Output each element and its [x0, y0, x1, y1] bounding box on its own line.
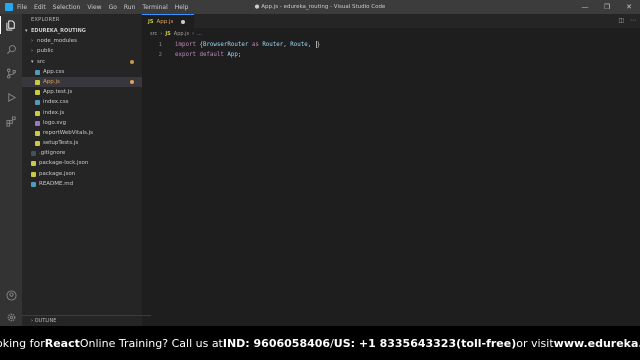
line-number-gutter: 1 2 — [142, 40, 164, 60]
breadcrumb-folder[interactable]: src — [150, 31, 157, 37]
chevron-right-icon: › — [31, 48, 33, 55]
js-file-icon: JS — [165, 31, 171, 37]
tree-item-index-css[interactable]: index.css — [22, 97, 142, 107]
outline-section[interactable]: › OUTLINE — [22, 315, 151, 326]
info-file-icon — [31, 181, 36, 187]
vscode-logo-icon — [5, 3, 13, 11]
chevron-down-icon: ▾ — [31, 58, 34, 65]
modified-dot-icon — [130, 79, 134, 84]
tab-label: App.js — [156, 18, 174, 25]
tree-item-app-js[interactable]: App.js — [22, 76, 142, 88]
tree-item-package-lock[interactable]: package-lock.json — [22, 158, 142, 168]
menu-selection[interactable]: Selection — [53, 4, 81, 11]
search-icon[interactable] — [0, 40, 22, 58]
svg-file-icon — [35, 120, 40, 126]
menu-edit[interactable]: Edit — [34, 4, 46, 11]
menu-file[interactable]: File — [17, 4, 27, 11]
css-file-icon — [35, 69, 40, 75]
git-file-icon — [31, 151, 36, 157]
editor-vertical-scrollbar[interactable] — [634, 40, 640, 326]
code-line-1[interactable]: import {BrowserRouter as Router, Route, … — [175, 40, 320, 50]
tree-item-public[interactable]: › public — [22, 46, 142, 56]
code-line-2[interactable]: export default App; — [175, 50, 320, 60]
js-file-icon — [35, 90, 40, 96]
menu-bar: File Edit Selection View Go Run Terminal… — [17, 4, 188, 11]
split-editor-icon[interactable]: ◫ — [618, 17, 624, 24]
tab-app-js[interactable]: JS App.js — [142, 14, 194, 28]
run-debug-icon[interactable] — [0, 88, 22, 106]
promo-banner: Looking for React Online Training? Call … — [0, 326, 640, 360]
css-file-icon — [35, 100, 40, 106]
modified-dot-icon — [130, 59, 134, 64]
tree-item-index-js[interactable]: index.js — [22, 108, 142, 118]
js-file-icon — [35, 110, 40, 116]
more-actions-icon[interactable]: ⋯ — [630, 17, 636, 24]
js-file-icon — [35, 141, 40, 147]
close-button[interactable]: ✕ — [618, 0, 640, 14]
source-control-icon[interactable] — [0, 64, 22, 82]
menu-go[interactable]: Go — [109, 4, 117, 11]
js-file-icon — [35, 79, 40, 85]
maximize-button[interactable]: ❐ — [596, 0, 618, 14]
tree-item-app-test-js[interactable]: App.test.js — [22, 87, 142, 97]
menu-help[interactable]: Help — [175, 4, 189, 11]
tree-item-app-css[interactable]: App.css — [22, 67, 142, 77]
unsaved-dot-icon[interactable] — [181, 19, 186, 24]
json-file-icon — [31, 161, 36, 167]
tree-item-readme[interactable]: README.md — [22, 179, 142, 189]
chevron-right-icon: › — [160, 31, 163, 37]
tree-item-package-json[interactable]: package.json — [22, 169, 142, 179]
line-number: 1 — [158, 42, 162, 48]
settings-gear-icon[interactable] — [0, 308, 22, 326]
code-editor[interactable]: import {BrowserRouter as Router, Route, … — [175, 40, 320, 60]
menu-run[interactable]: Run — [124, 4, 136, 11]
js-file-icon: JS — [148, 18, 154, 25]
explorer-header: EXPLORER — [31, 17, 60, 23]
explorer-panel: EXPLORER ▾ EDUREKA_ROUTING › node_module… — [22, 14, 151, 326]
menu-view[interactable]: View — [87, 4, 101, 11]
breadcrumb-file[interactable]: App.js — [174, 31, 189, 37]
js-file-icon — [35, 130, 40, 136]
breadcrumb-more[interactable]: ... — [197, 31, 202, 37]
website-link[interactable]: www.edureka.co — [554, 337, 640, 350]
extensions-icon[interactable] — [0, 112, 22, 130]
minimize-button[interactable]: — — [574, 0, 596, 14]
breadcrumb: src › JS App.js › ... — [150, 30, 202, 38]
tree-item-setup-tests[interactable]: setupTests.js — [22, 138, 142, 148]
tree-item-gitignore[interactable]: .gitignore — [22, 148, 142, 158]
explorer-root-folder[interactable]: ▾ EDUREKA_ROUTING — [22, 26, 142, 36]
chevron-down-icon: ▾ — [25, 28, 28, 34]
line-number: 2 — [158, 52, 162, 58]
tree-item-node-modules[interactable]: › node_modules — [22, 36, 142, 46]
chevron-right-icon: › — [31, 38, 33, 45]
tree-item-logo-svg[interactable]: logo.svg — [22, 118, 142, 128]
chevron-right-icon: › — [192, 31, 195, 37]
editor-tab-bar: JS App.js ◫ ⋯ — [142, 14, 640, 28]
tree-item-src[interactable]: ▾ src — [22, 57, 142, 67]
activity-bar — [0, 14, 22, 326]
explorer-icon[interactable] — [0, 16, 22, 34]
tree-item-report-web-vitals[interactable]: reportWebVitals.js — [22, 128, 142, 138]
account-icon[interactable] — [0, 286, 22, 304]
menu-terminal[interactable]: Terminal — [142, 4, 167, 11]
title-bar: File Edit Selection View Go Run Terminal… — [0, 0, 640, 14]
window-controls: — ❐ ✕ — [574, 0, 640, 14]
editor-actions: ◫ ⋯ — [618, 17, 636, 24]
json-file-icon — [31, 171, 36, 177]
